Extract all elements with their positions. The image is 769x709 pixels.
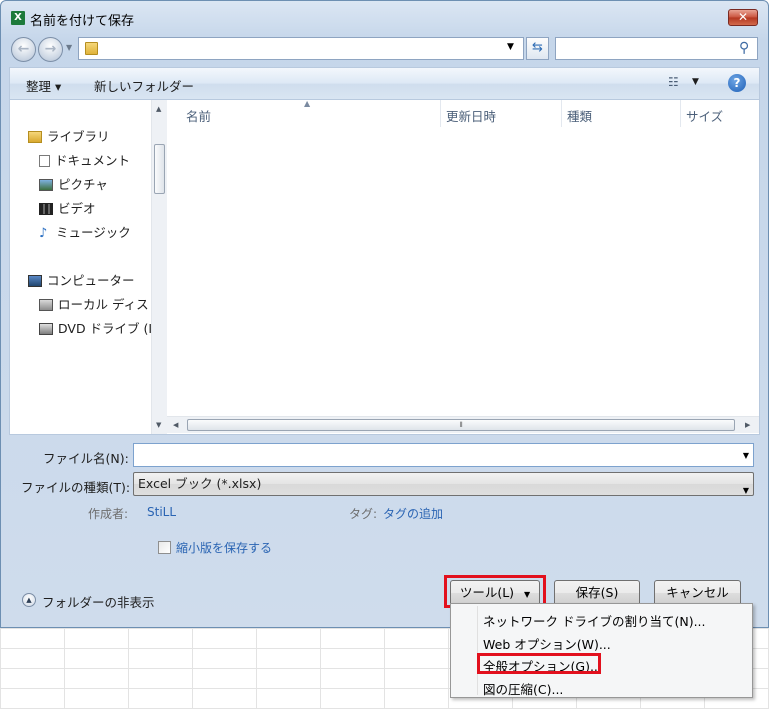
help-icon[interactable]: ? — [728, 74, 746, 92]
nav-item-documents[interactable]: ドキュメント — [39, 150, 130, 170]
menu-item-web-options[interactable]: Web オプション(W)... — [483, 634, 611, 653]
scroll-left-icon[interactable]: ◀ — [173, 421, 178, 429]
tags-value[interactable]: タグの追加 — [383, 505, 443, 522]
folder-icon — [85, 42, 98, 55]
navigation-scroll-thumb[interactable] — [154, 144, 165, 194]
menu-item-compress-pictures[interactable]: 図の圧縮(C)... — [483, 679, 563, 698]
address-dropdown-chevron-icon[interactable]: ▼ — [507, 42, 514, 52]
filetype-label: ファイルの種類(T): — [21, 480, 131, 495]
view-chevron-down-icon[interactable]: ▼ — [692, 77, 699, 87]
library-icon — [28, 131, 42, 143]
column-modified[interactable]: 更新日時 — [446, 106, 496, 125]
column-type[interactable]: 種類 — [567, 106, 592, 125]
address-bar[interactable]: ▼ — [78, 37, 524, 60]
column-divider[interactable] — [680, 100, 681, 127]
filetype-select[interactable]: Excel ブック (*.xlsx) ▼ — [133, 472, 754, 496]
navigation-scrollbar[interactable]: ▲ ▼ — [151, 100, 167, 434]
author-label: 作成者: — [88, 507, 129, 521]
picture-icon — [39, 179, 53, 191]
scroll-right-icon[interactable]: ▶ — [745, 421, 750, 429]
menu-gutter-divider — [477, 606, 478, 695]
hide-folders-button[interactable]: フォルダーの非表示 — [42, 592, 155, 611]
arrow-left-icon: ← — [17, 41, 30, 57]
nav-item-dvd-drive[interactable]: DVD ドライブ (I — [39, 318, 151, 338]
video-icon — [39, 203, 53, 215]
title-bar: X 名前を付けて保存 ✕ — [1, 1, 768, 33]
forward-button[interactable]: → — [38, 37, 63, 62]
save-form: ファイル名(N): ▼ ファイルの種類(T): Excel ブック (*.xls… — [9, 435, 760, 623]
nav-item-music[interactable]: ♪ ミュージック — [39, 222, 131, 242]
computer-icon — [28, 275, 42, 287]
recent-locations-chevron-icon[interactable]: ▼ — [66, 43, 72, 52]
nav-item-label: ビデオ — [58, 201, 96, 216]
nav-item-label: ドキュメント — [55, 153, 131, 168]
refresh-icon: ⇆ — [532, 40, 543, 55]
search-icon: ⚲ — [739, 40, 750, 56]
filetype-dropdown-chevron-icon: ▼ — [742, 486, 749, 495]
tools-dropdown-menu: ネットワーク ドライブの割り当て(N)... Web オプション(W)... 全… — [450, 603, 753, 698]
general-options-highlight-box — [477, 653, 601, 674]
tags-label: タグ: — [349, 507, 378, 521]
close-button[interactable]: ✕ — [728, 9, 758, 26]
sort-ascending-icon: ▲ — [304, 99, 311, 108]
column-header-row: ▲ 名前 更新日時 種類 サイズ — [167, 99, 759, 127]
dvd-drive-icon — [39, 323, 53, 335]
nav-item-computer[interactable]: コンピューター — [28, 270, 135, 290]
column-divider[interactable] — [561, 100, 562, 127]
file-list-pane: ▲ 名前 更新日時 種類 サイズ ◀ ⦀ ▶ — [167, 99, 759, 434]
column-size[interactable]: サイズ — [686, 106, 723, 125]
organize-button[interactable]: 整理 ▾ — [26, 76, 61, 95]
save-as-dialog: X 名前を付けて保存 ✕ ← → ▼ ▼ ⇆ ⚲ 整理 ▾ 新しいフォルダー ☷… — [0, 0, 769, 628]
filename-dropdown-chevron-icon[interactable]: ▼ — [743, 451, 749, 460]
nav-item-pictures[interactable]: ピクチャ — [39, 174, 108, 194]
music-icon: ♪ — [39, 226, 48, 241]
column-name[interactable]: 名前 — [186, 106, 211, 125]
author-value[interactable]: StiLL — [147, 505, 176, 519]
nav-item-label: ミュージック — [56, 225, 131, 240]
scroll-down-icon[interactable]: ▼ — [156, 421, 161, 429]
browser-panes: ライブラリ ドキュメント ピクチャ ビデオ ♪ ミュージック コンピューター ロー… — [9, 99, 760, 435]
arrow-right-icon: → — [44, 41, 57, 57]
command-toolbar: 整理 ▾ 新しいフォルダー ☷ ▼ ? — [9, 67, 760, 99]
nav-item-label: ライブラリ — [47, 129, 110, 144]
save-thumbnail-label[interactable]: 縮小版を保存する — [176, 539, 272, 556]
nav-item-label: DVD ドライブ (I — [58, 321, 151, 336]
excel-app-icon: X — [11, 11, 25, 25]
local-disk-icon — [39, 299, 53, 311]
horizontal-scroll-thumb[interactable]: ⦀ — [187, 419, 735, 431]
nav-item-library[interactable]: ライブラリ — [28, 126, 110, 146]
new-folder-button[interactable]: 新しいフォルダー — [94, 76, 194, 95]
column-divider[interactable] — [440, 100, 441, 127]
search-input[interactable]: ⚲ — [555, 37, 758, 60]
nav-item-local-disk[interactable]: ローカル ディス — [39, 294, 149, 314]
nav-item-label: コンピューター — [47, 273, 135, 288]
scroll-up-icon[interactable]: ▲ — [156, 105, 161, 113]
save-thumbnail-checkbox[interactable] — [158, 541, 171, 554]
nav-item-videos[interactable]: ビデオ — [39, 198, 96, 218]
filetype-value: Excel ブック (*.xlsx) — [138, 476, 262, 491]
dialog-title: 名前を付けて保存 — [30, 14, 135, 29]
filename-field[interactable]: ▼ — [133, 443, 754, 467]
document-icon — [39, 155, 50, 167]
hide-folders-chevron-up-icon[interactable]: ▲ — [22, 593, 36, 607]
nav-item-label: ローカル ディス — [58, 297, 149, 312]
refresh-button[interactable]: ⇆ — [526, 37, 549, 60]
back-button[interactable]: ← — [11, 37, 36, 62]
filename-label: ファイル名(N): — [43, 451, 129, 466]
horizontal-scrollbar[interactable]: ◀ ⦀ ▶ — [167, 416, 759, 433]
navigation-pane: ライブラリ ドキュメント ピクチャ ビデオ ♪ ミュージック コンピューター ロー… — [10, 100, 151, 434]
menu-item-map-network-drive[interactable]: ネットワーク ドライブの割り当て(N)... — [483, 611, 706, 630]
nav-item-label: ピクチャ — [58, 177, 108, 192]
view-options-icon[interactable]: ☷ — [668, 75, 679, 89]
